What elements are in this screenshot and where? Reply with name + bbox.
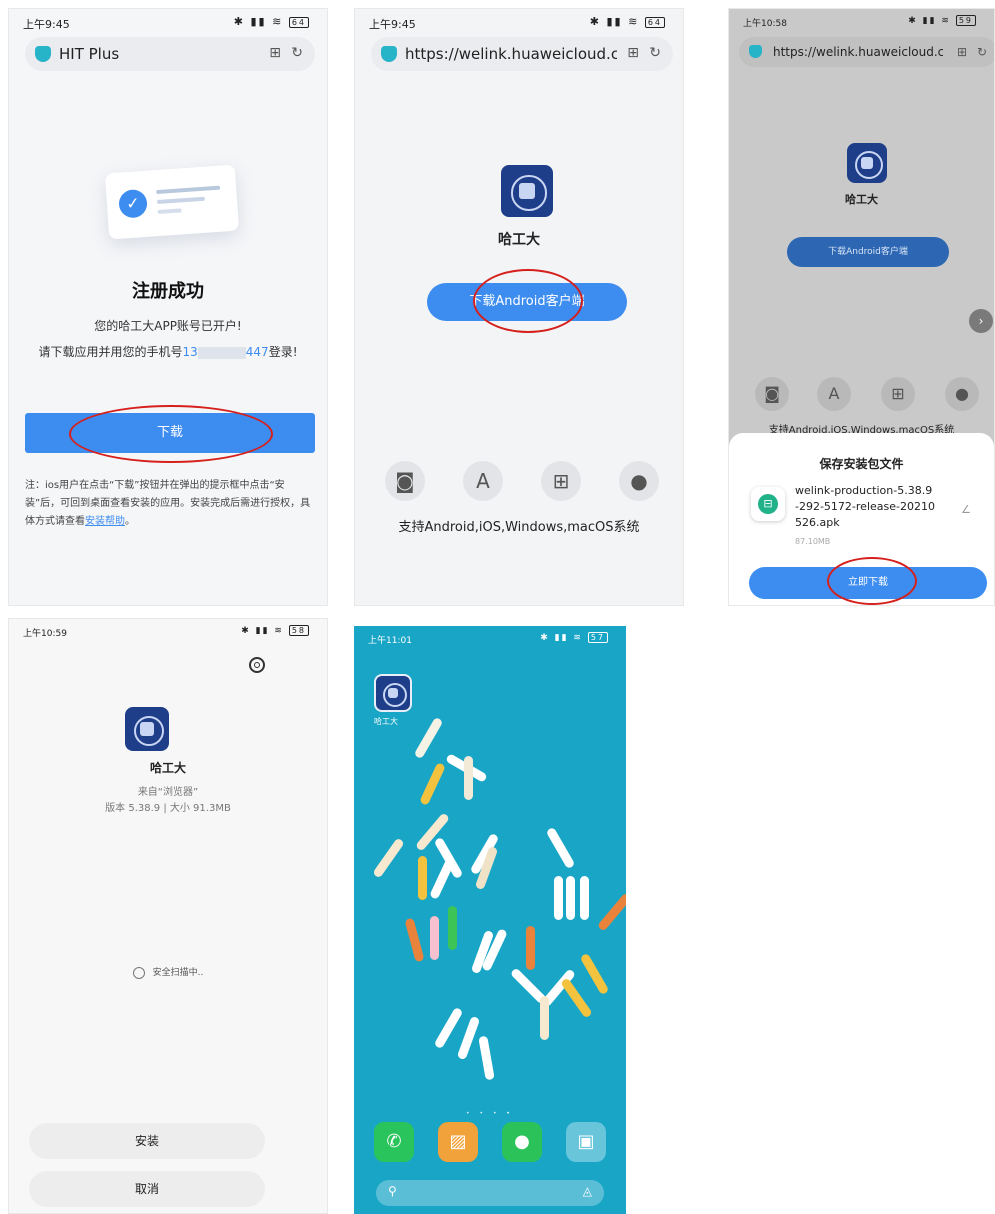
app-name: 哈工大 [845,193,878,206]
file-name: welink-production-5.38.9 -292-5172-relea… [795,484,935,529]
status-bar: 上午10:59 ✱ ▮▮ ≋ 58 [9,619,327,647]
status-icons: ✱ ▮▮ ≋ 64 [234,15,309,28]
home-search-bar[interactable]: ⚲ ◬ [376,1180,604,1206]
notes-app-icon[interactable]: ▨ [438,1122,478,1162]
status-icons: ✱ ▮▮ ≋ 58 [241,625,309,636]
annotation-circle [473,269,583,333]
screen-welink-download: 上午9:45 ✱ ▮▮ ≋ 64 https://welink.huaweicl… [354,8,684,606]
status-bar: 上午9:45 ✱ ▮▮ ≋ 64 [9,9,327,37]
windows-icon[interactable]: ⊞ [541,461,581,501]
phone-end: 447 [245,345,269,359]
refresh-icon[interactable]: ↻ [977,45,987,59]
hit-app-icon[interactable] [374,674,412,712]
account-opened-text: 您的哈工大APP账号已开户! [94,319,242,333]
annotation-circle [827,557,917,605]
status-bar: 上午9:45 ✱ ▮▮ ≋ 64 [355,9,683,37]
address-text: https://welink.huaweicloud.c [405,45,617,63]
apple-icon[interactable]: ● [945,377,979,411]
shield-icon [381,46,397,62]
version-size-text: 版本 5.38.9 | 大小 91.3MB [105,803,231,814]
login-instruction: 请下载应用并用您的手机号13 447登录! [9,343,327,360]
search-icon: ⚲ [388,1184,397,1198]
apple-icon[interactable]: ● [619,461,659,501]
check-icon: ✓ [118,188,148,219]
windows-icon[interactable]: ⊞ [881,377,915,411]
address-bar[interactable]: https://welink.huaweicloud.c ⊞ ↻ [371,37,673,71]
battery-icon: 58 [288,625,309,636]
hit-app-logo [501,165,553,217]
app-name: 哈工大 [149,761,186,775]
apk-file-icon: ⊟ [751,487,785,521]
battery-icon: 64 [288,16,309,28]
login-instruction-prefix: 请下载应用并用您的手机号 [38,345,183,359]
sheet-title: 保存安装包文件 [819,457,904,471]
address-text: https://welink.huaweicloud.c [773,45,943,59]
file-size: 87.10MB [795,537,831,546]
app-store-icon[interactable]: A [817,377,851,411]
status-time: 上午9:45 [23,18,70,31]
next-arrow-icon[interactable]: › [969,309,993,333]
android-icon[interactable]: ◙ [385,461,425,501]
hit-app-label: 哈工大 [374,717,398,726]
assistant-icon[interactable]: ◬ [583,1184,592,1198]
download-android-button[interactable]: 下载Android客户端 [787,237,949,267]
status-bar: 上午10:58 ✱ ▮▮ ≋ 59 [729,9,994,37]
bookmark-icon[interactable]: ⊞ [627,45,639,61]
shield-icon [749,45,762,58]
shield-icon [35,46,51,62]
supported-platforms-text: 支持Android,iOS,Windows,macOS系统 [398,520,640,535]
refresh-icon[interactable]: ↻ [649,45,661,61]
cancel-button[interactable]: 取消 [29,1171,265,1207]
install-help-link[interactable]: 安装帮助 [85,516,125,527]
settings-icon[interactable] [249,657,265,673]
status-icons: ✱ ▮▮ ≋ 59 [908,15,976,26]
battery-icon: 59 [955,15,976,26]
phone-start: 13 [182,345,198,359]
hit-app-logo [847,143,887,183]
edit-filename-icon[interactable]: ∠ [961,503,971,516]
login-instruction-suffix: 登录! [268,345,298,359]
ios-install-note: 注：ios用户在点击“下载”按钮并在弹出的提示框中点击“安装”后，可回到桌面查看… [25,480,311,527]
bookmark-icon[interactable]: ⊞ [957,45,967,59]
app-name: 哈工大 [498,232,540,248]
status-icons: ✱ ▮▮ ≋ 64 [590,15,665,28]
address-bar[interactable]: HIT Plus ⊞ ↻ [25,37,315,71]
android-icon[interactable]: ◙ [755,377,789,411]
app-store-icon[interactable]: A [463,461,503,501]
save-package-sheet: 保存安装包文件 ⊟ welink-production-5.38.9 -292-… [729,433,994,605]
install-button[interactable]: 安装 [29,1123,265,1159]
scanning-status: 安全扫描中.. [9,965,327,979]
status-time: 上午9:45 [369,18,416,31]
bookmark-icon[interactable]: ⊞ [269,45,281,61]
hit-app-logo [125,707,169,751]
loading-spinner-icon [132,966,145,979]
page-indicator: • • • • [466,1110,514,1117]
annotation-circle [69,405,273,463]
phone-app-icon[interactable]: ✆ [374,1122,414,1162]
address-text: HIT Plus [59,45,120,63]
phone-mask [197,346,246,359]
success-illustration: ✓ [104,164,240,240]
source-text: 来自“浏览器” [137,787,199,798]
battery-icon: 64 [644,16,665,28]
status-time: 上午10:58 [743,19,787,29]
success-title: 注册成功 [132,281,204,302]
lock-app-icon[interactable]: ▣ [566,1122,606,1162]
wechat-app-icon[interactable]: ● [502,1122,542,1162]
screen-registration-success: 上午9:45 ✱ ▮▮ ≋ 64 HIT Plus ⊞ ↻ ✓ 注册成功 您的哈… [8,8,328,606]
address-bar[interactable]: https://welink.huaweicloud.c ⊞ ↻ [739,37,994,67]
screen-installer: 上午10:59 ✱ ▮▮ ≋ 58 哈工大 来自“浏览器” 版本 5.38.9 … [8,618,328,1214]
refresh-icon[interactable]: ↻ [291,45,303,61]
status-time: 上午10:59 [23,629,67,639]
screen-save-package-sheet: 上午10:58 ✱ ▮▮ ≋ 59 https://welink.huaweic… [728,8,995,606]
